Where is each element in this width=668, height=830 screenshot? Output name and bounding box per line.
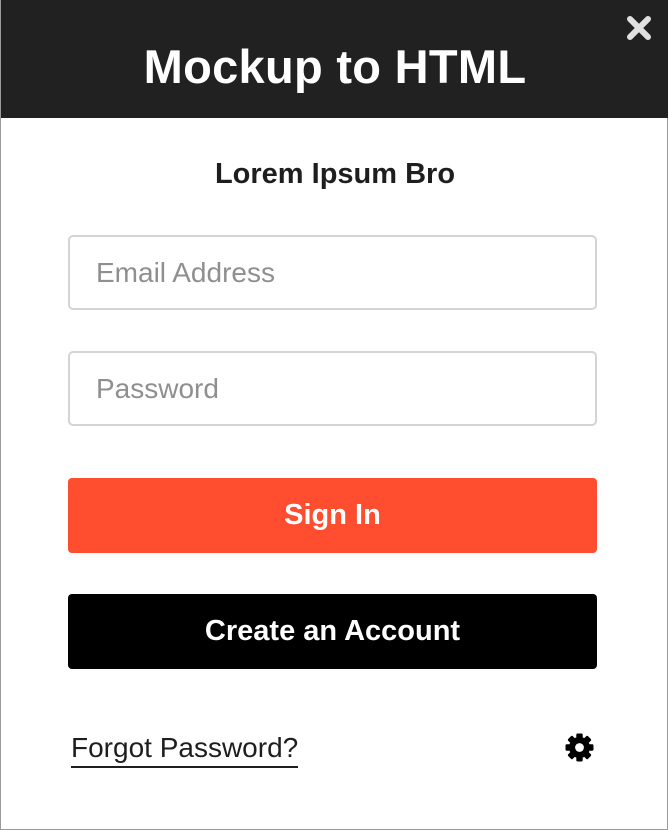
login-modal: Mockup to HTML Lorem Ipsum Bro Sign In C…: [0, 0, 668, 830]
create-account-button[interactable]: Create an Account: [68, 594, 597, 669]
modal-title: Mockup to HTML: [143, 39, 527, 93]
forgot-password-link[interactable]: Forgot Password?: [71, 731, 299, 768]
close-icon: [627, 16, 651, 40]
settings-button[interactable]: [564, 732, 595, 763]
close-button[interactable]: [626, 15, 652, 41]
gear-icon: [565, 733, 594, 762]
form-subtitle: Lorem Ipsum Bro: [214, 158, 456, 190]
sign-in-button[interactable]: Sign In: [68, 478, 597, 553]
password-field[interactable]: [68, 351, 597, 426]
email-field[interactable]: [68, 235, 597, 310]
modal-header: Mockup to HTML: [1, 0, 668, 118]
